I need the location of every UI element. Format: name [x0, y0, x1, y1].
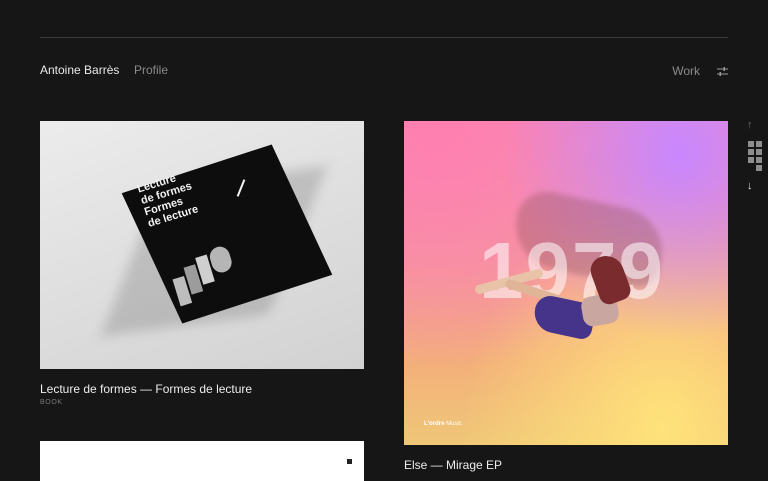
arrow-up-icon[interactable]: ↑ — [747, 120, 753, 131]
project-title[interactable]: Else — Mirage EP — [404, 458, 728, 472]
project-card-else-mirage[interactable]: 1979 L'ordre Music Else — Mirage EP — [404, 121, 728, 472]
sliders-icon[interactable] — [717, 66, 728, 77]
cover-label-text: Music — [446, 421, 462, 427]
project-title[interactable]: Lecture de formes — Formes de lecture — [40, 382, 364, 396]
cover-label: L'ordre Music — [424, 421, 462, 427]
grid-view-icon[interactable] — [748, 141, 762, 171]
nav-profile[interactable]: Profile — [134, 63, 168, 77]
side-navigation: ↑ ↓ — [744, 120, 764, 200]
project-thumbnail[interactable] — [40, 441, 364, 481]
header-divider — [40, 37, 728, 38]
project-thumbnail[interactable]: 1979 L'ordre Music — [404, 121, 728, 445]
brand-link[interactable]: Antoine Barrès — [40, 63, 119, 77]
cover-label-bold: L'ordre — [424, 421, 445, 427]
nav-work[interactable]: Work — [672, 64, 700, 78]
project-thumbnail[interactable]: Lecture de formes Formes de lecture — [40, 121, 364, 369]
falling-figure — [474, 250, 644, 361]
project-card-3[interactable] — [40, 441, 364, 481]
site-header: Antoine Barrès Profile Work — [40, 63, 728, 81]
thumbnail-mark — [347, 459, 352, 464]
arrow-down-icon[interactable]: ↓ — [747, 181, 753, 192]
project-card-lecture-de-formes[interactable]: Lecture de formes Formes de lecture Lect… — [40, 121, 364, 406]
project-tag: BOOK — [40, 399, 63, 406]
